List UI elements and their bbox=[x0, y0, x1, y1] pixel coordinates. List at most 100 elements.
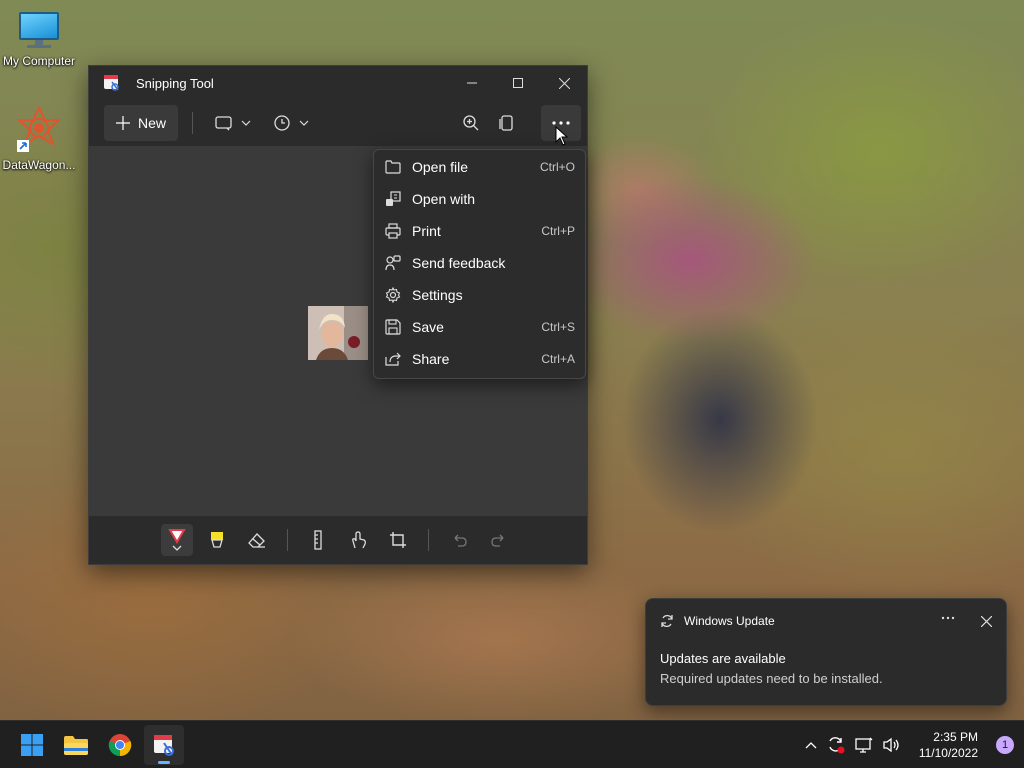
update-status-icon[interactable] bbox=[827, 736, 845, 754]
eraser-icon bbox=[248, 533, 265, 548]
printer-icon bbox=[384, 222, 402, 240]
snipping-tool-icon bbox=[154, 734, 174, 756]
feedback-icon bbox=[384, 254, 402, 272]
toolbar: New bbox=[89, 100, 587, 146]
snipping-tool-taskbar-button[interactable] bbox=[144, 724, 184, 765]
menu-item-shortcut: Ctrl+A bbox=[541, 352, 575, 366]
speaker-icon[interactable] bbox=[883, 737, 901, 753]
undo-button[interactable] bbox=[443, 524, 475, 556]
more-horizontal-icon[interactable] bbox=[941, 616, 955, 620]
menu-item-print[interactable]: Print Ctrl+P bbox=[374, 215, 585, 247]
file-explorer-button[interactable] bbox=[56, 725, 96, 765]
toolbar-divider bbox=[192, 112, 194, 134]
menu-item-open-file[interactable]: Open file Ctrl+O bbox=[374, 151, 585, 183]
file-explorer-icon bbox=[64, 735, 88, 755]
rectangle-snip-icon bbox=[215, 116, 232, 131]
menu-item-settings[interactable]: Settings bbox=[374, 279, 585, 311]
start-button[interactable] bbox=[12, 725, 52, 765]
crop-icon bbox=[390, 532, 406, 548]
datawagon-icon bbox=[16, 106, 62, 152]
desktop-icon-label: My Computer bbox=[2, 54, 76, 68]
folder-icon bbox=[384, 158, 402, 176]
close-icon[interactable] bbox=[981, 615, 992, 627]
desktop-icon-label: DataWagon... bbox=[2, 158, 76, 172]
notification-app-name: Windows Update bbox=[684, 614, 775, 628]
chrome-icon bbox=[108, 733, 132, 756]
clock-date: 11/10/2022 bbox=[918, 745, 978, 760]
notification-title: Updates are available bbox=[660, 651, 786, 666]
chevron-up-icon[interactable] bbox=[805, 741, 817, 749]
eraser-button[interactable] bbox=[241, 524, 273, 556]
new-button[interactable]: New bbox=[104, 105, 179, 141]
toolbar-divider bbox=[428, 529, 429, 551]
gear-icon bbox=[384, 286, 402, 304]
undo-icon bbox=[454, 534, 467, 547]
zoom-button[interactable] bbox=[457, 109, 485, 137]
redo-button[interactable] bbox=[483, 524, 515, 556]
menu-item-label: Send feedback bbox=[412, 255, 506, 271]
sync-icon bbox=[661, 614, 673, 628]
save-icon bbox=[384, 318, 402, 336]
highlighter-icon bbox=[211, 532, 223, 548]
touch-writing-icon bbox=[352, 531, 366, 549]
open-with-icon bbox=[384, 190, 402, 208]
ruler-button[interactable] bbox=[302, 524, 334, 556]
desktop-icon-datawagon[interactable]: DataWagon... bbox=[0, 106, 78, 172]
minimize-button[interactable] bbox=[449, 66, 495, 100]
plus-icon bbox=[116, 116, 130, 130]
delay-dropdown[interactable] bbox=[265, 105, 317, 141]
menu-item-share[interactable]: Share Ctrl+A bbox=[374, 343, 585, 375]
touch-writing-button[interactable] bbox=[342, 524, 374, 556]
snip-thumbnail bbox=[308, 306, 368, 360]
chevron-down-icon bbox=[299, 120, 309, 126]
menu-item-save[interactable]: Save Ctrl+S bbox=[374, 311, 585, 343]
close-icon bbox=[558, 77, 570, 89]
clock-time: 2:35 PM bbox=[933, 729, 978, 744]
menu-item-open-with[interactable]: Open with bbox=[374, 183, 585, 215]
annotation-toolbar bbox=[89, 516, 587, 564]
menu-item-shortcut: Ctrl+P bbox=[541, 224, 575, 238]
windows-update-notification[interactable]: Windows Update Updates are available Req… bbox=[645, 598, 1007, 706]
notification-message: Required updates need to be installed. bbox=[660, 671, 883, 686]
share-icon bbox=[384, 350, 402, 368]
ruler-icon bbox=[314, 530, 322, 550]
desktop-icon-my-computer[interactable]: My Computer bbox=[0, 10, 78, 68]
menu-item-label: Save bbox=[412, 319, 444, 335]
maximize-button[interactable] bbox=[495, 66, 541, 100]
clock[interactable]: 2:35 PM 11/10/2022 bbox=[919, 729, 978, 761]
menu-item-shortcut: Ctrl+S bbox=[541, 320, 575, 334]
title-bar[interactable]: Snipping Tool bbox=[89, 66, 587, 100]
system-tray: 2:35 PM 11/10/2022 1 bbox=[805, 729, 1024, 761]
toolbar-divider bbox=[287, 529, 288, 551]
redo-icon bbox=[491, 534, 504, 547]
mouse-cursor-icon bbox=[555, 126, 569, 146]
minimize-icon bbox=[467, 82, 477, 84]
menu-item-label: Open file bbox=[412, 159, 469, 175]
network-icon[interactable] bbox=[855, 737, 873, 753]
menu-item-send-feedback[interactable]: Send feedback bbox=[374, 247, 585, 279]
notification-badge[interactable]: 1 bbox=[996, 735, 1014, 754]
zoom-in-icon bbox=[463, 115, 479, 131]
snip-mode-dropdown[interactable] bbox=[207, 105, 259, 141]
more-horizontal-icon bbox=[552, 121, 570, 125]
menu-item-label: Open with bbox=[412, 191, 476, 207]
menu-item-label: Settings bbox=[412, 287, 463, 303]
menu-item-label: Share bbox=[412, 351, 450, 367]
more-options-menu: Open file Ctrl+O Open with Print Ctrl+P Send … bbox=[373, 149, 586, 379]
window-title: Snipping Tool bbox=[136, 75, 214, 91]
ballpoint-pen-button[interactable] bbox=[161, 524, 193, 556]
menu-item-label: Print bbox=[412, 223, 441, 239]
pen-icon bbox=[168, 529, 186, 551]
menu-item-shortcut: Ctrl+O bbox=[539, 160, 575, 174]
chevron-down-icon bbox=[241, 120, 251, 126]
maximize-icon bbox=[513, 78, 523, 88]
taskbar: 2:35 PM 11/10/2022 1 bbox=[0, 720, 1024, 768]
windows-start-icon bbox=[21, 733, 43, 756]
snipping-tool-icon bbox=[104, 75, 119, 91]
crop-button[interactable] bbox=[382, 524, 414, 556]
new-button-label: New bbox=[138, 115, 167, 131]
close-button[interactable] bbox=[541, 66, 587, 100]
copy-button[interactable] bbox=[493, 109, 521, 137]
highlighter-button[interactable] bbox=[201, 524, 233, 556]
chrome-button[interactable] bbox=[100, 725, 140, 765]
